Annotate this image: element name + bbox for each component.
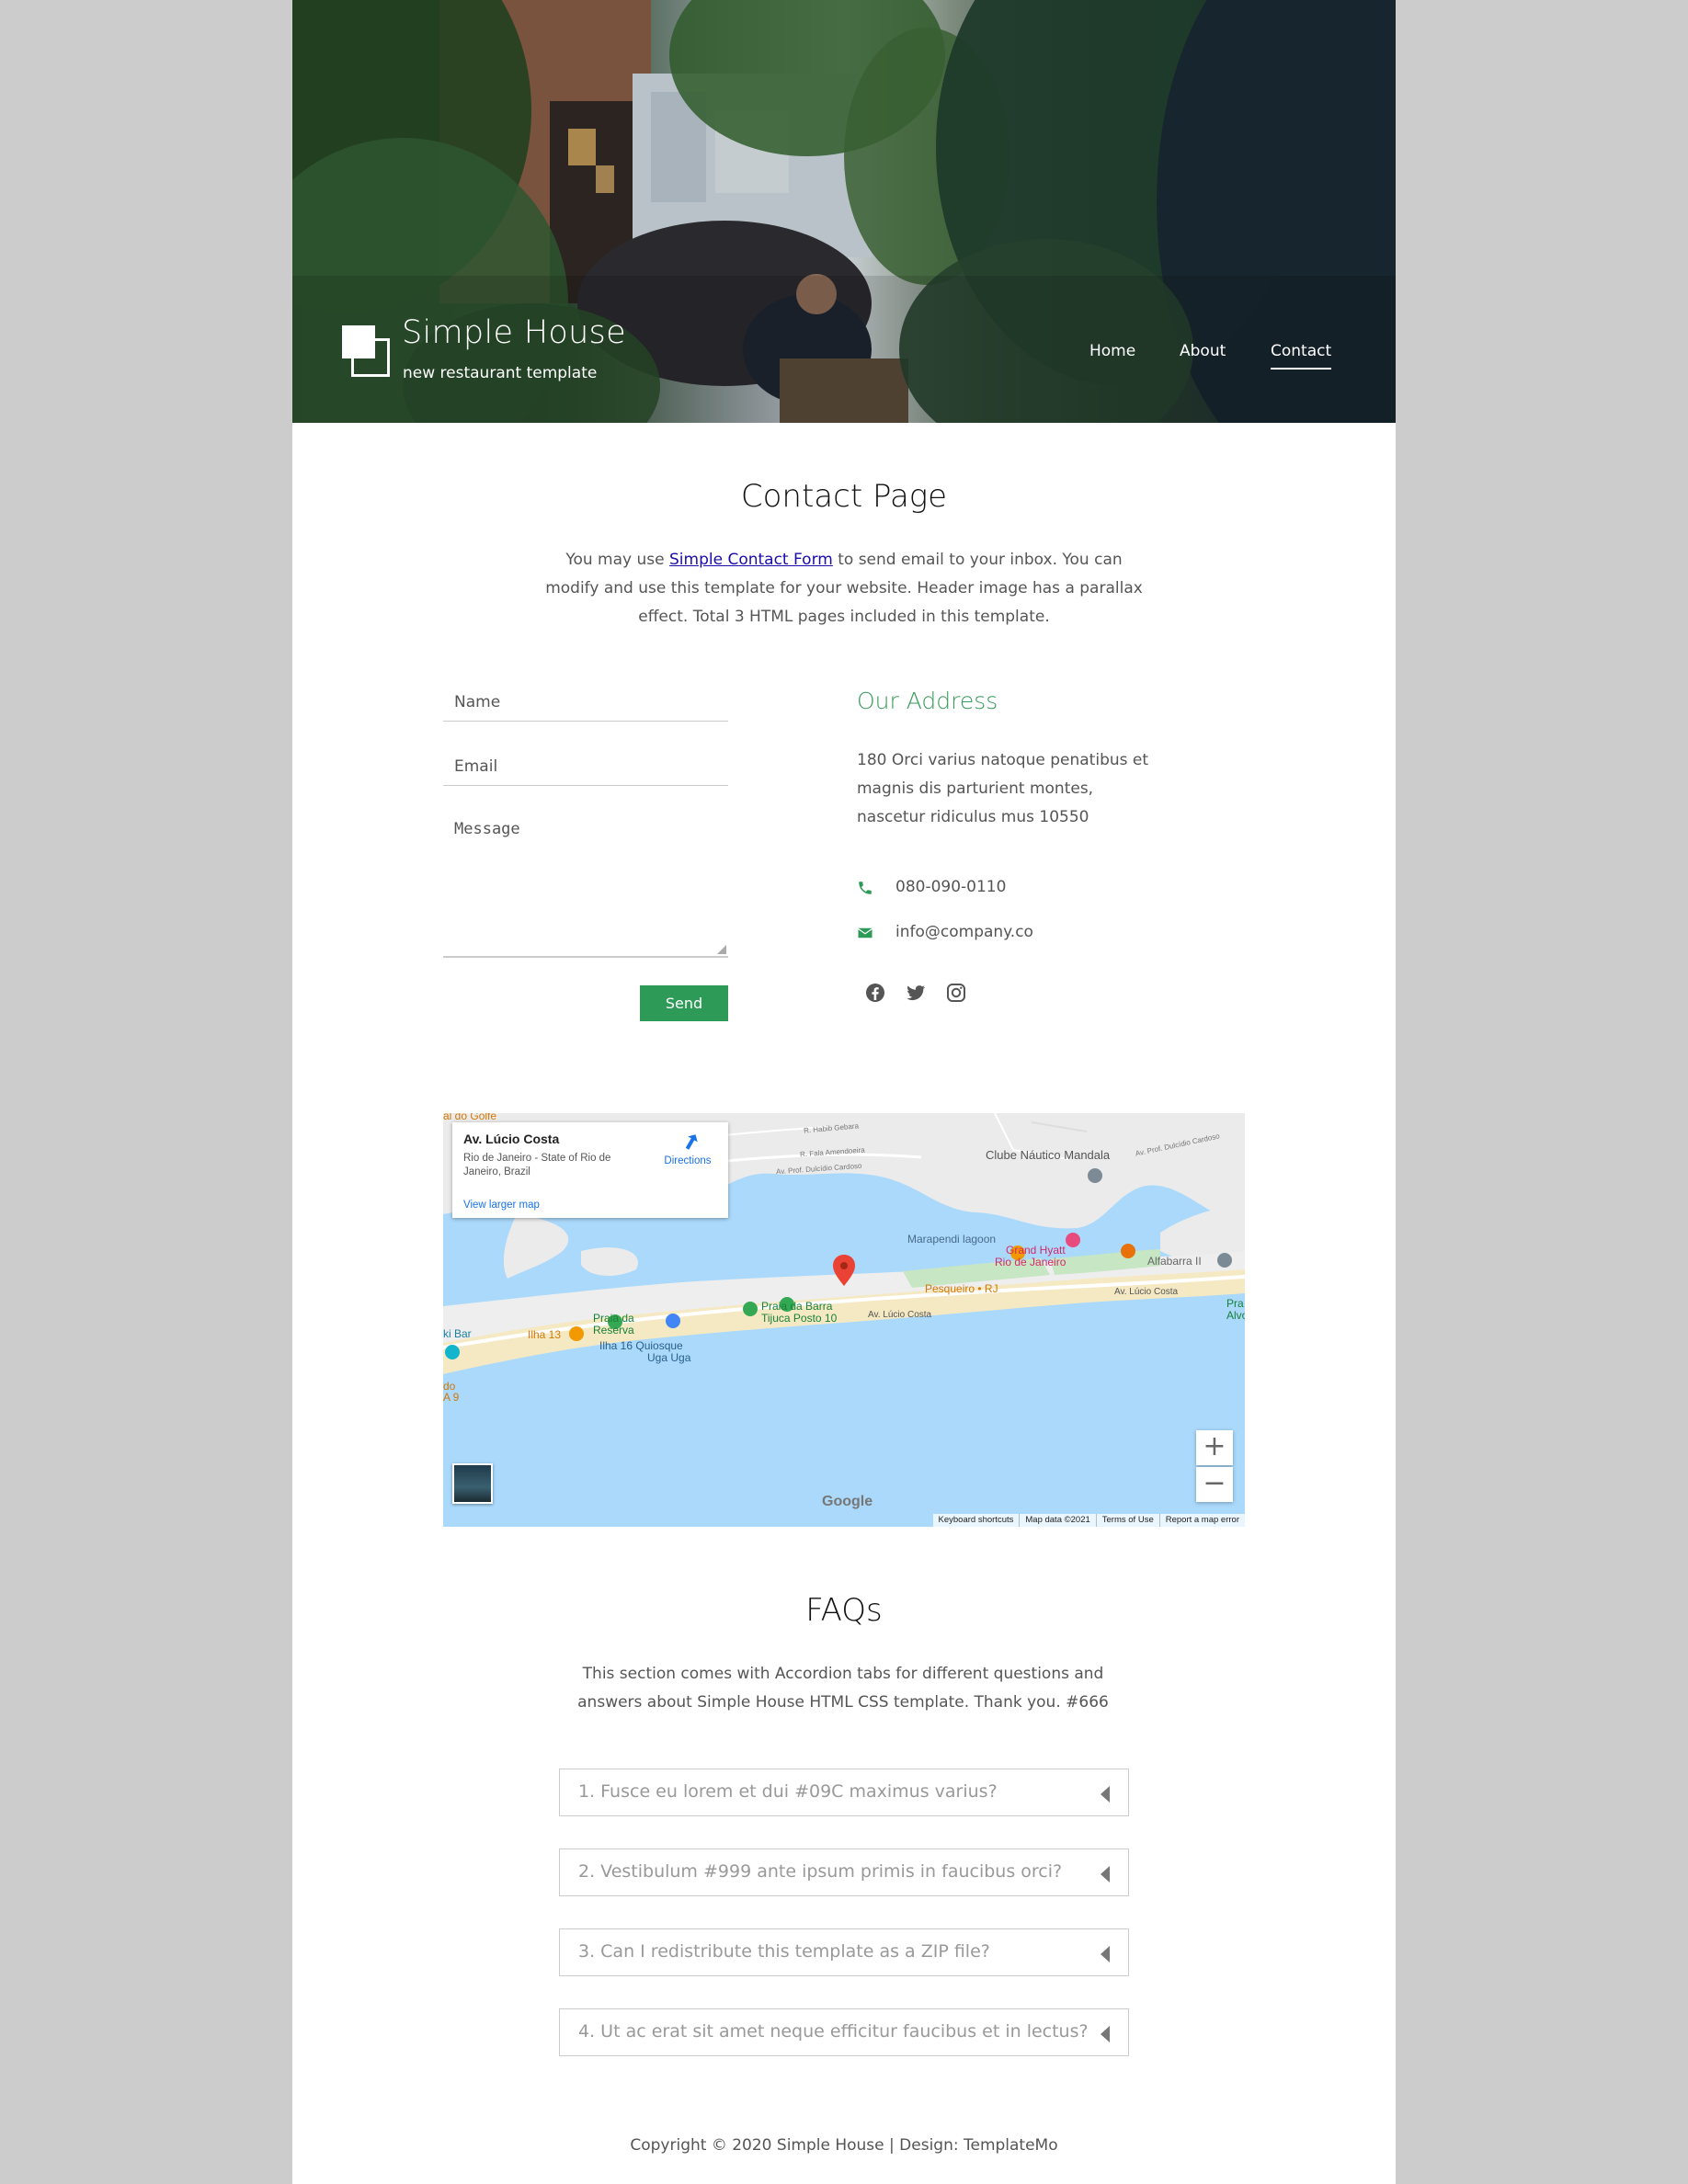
faq-item[interactable]: 2. Vestibulum #999 ante ipsum primis in … [559,1848,1129,1896]
map-label-a9: A 9 [443,1391,460,1404]
email-placeholder: Email [454,757,498,776]
nav-home[interactable]: Home [1089,342,1135,360]
map-place-title: Av. Lúcio Costa [463,1132,560,1146]
send-button[interactable]: Send [640,985,728,1021]
faq-item[interactable]: 3. Can I redistribute this template as a… [559,1928,1129,1976]
map-label-pra: Pra [1226,1297,1244,1310]
nav-about[interactable]: About [1180,342,1226,360]
caret-left-icon [1101,1866,1110,1883]
caret-left-icon [1101,2026,1110,2042]
message-field[interactable]: Message [443,809,728,958]
map-label-club: Clube Náutico Mandala [986,1148,1111,1162]
map-label-ilha13: Ilha 13 [528,1328,562,1341]
faq-question: 1. Fusce eu lorem et dui #09C maximus va… [578,1781,998,1802]
email-address: info@company.co [895,923,1033,941]
map-label-ilha16-2: Uga Uga [647,1351,691,1364]
map-label-golfe: al do Golfe [443,1113,497,1122]
logo-square-back [351,338,390,377]
map-label-alvo: Alvo [1226,1309,1245,1322]
report-map-error-link[interactable]: Report a map error [1158,1514,1245,1527]
simple-contact-form-link[interactable]: Simple Contact Form [669,551,833,569]
map-label-ki-bar: ki Bar [443,1327,472,1340]
map-label-hyatt-1: Grand Hyatt [1006,1244,1066,1257]
site-subtitle: new restaurant template [403,364,598,382]
phone-number: 080-090-0110 [895,878,1007,896]
faq-question: 4. Ut ac erat sit amet neque efficitur f… [578,2021,1089,2042]
map-label-praia-reserva-2: Reserva [593,1324,634,1337]
faq-item[interactable]: 4. Ut ac erat sit amet neque efficitur f… [559,2008,1129,2056]
twitter-icon[interactable] [905,982,927,1004]
map-label-hyatt-2: Rio de Janeiro [995,1256,1066,1268]
footer-copyright: Copyright © 2020 Simple House | Design: … [630,2136,1058,2155]
keyboard-shortcuts-link[interactable]: Keyboard shortcuts [933,1514,1020,1527]
page: Simple House new restaurant template Hom… [292,0,1396,2184]
facebook-icon[interactable] [864,982,886,1004]
nav-contact[interactable]: Contact [1271,342,1332,370]
caret-left-icon [1101,1946,1110,1962]
map-place-subtitle: Rio de Janeiro - State of Rio de Janeiro… [463,1153,611,1177]
name-field[interactable]: Name [443,686,728,722]
contact-title: Contact Page [740,478,948,515]
address-text: 180 Orci varius natoque penatibus et mag… [857,751,1149,826]
phone-icon [859,882,872,894]
message-placeholder: Message [454,820,520,838]
directions-link[interactable]: Directions [660,1155,715,1166]
map-footer: Keyboard shortcuts Map data ©2021 Terms of… [932,1514,1245,1527]
resize-handle[interactable] [717,945,726,954]
map-label-praia-barra-1: Praia da Barra [761,1300,833,1313]
header-background-image [292,0,1396,423]
faq-item[interactable]: 1. Fusce eu lorem et dui #09C maximus va… [559,1769,1129,1816]
faq-question: 2. Vestibulum #999 ante ipsum primis in … [578,1861,1063,1882]
instagram-icon[interactable] [945,982,967,1004]
map-label-alfabarra: Alfabarra II [1147,1255,1202,1268]
map-label-ilha16-1: Ilha 16 Quiosque [599,1339,683,1352]
envelope-icon [858,927,873,938]
map-place-card: Av. Lúcio Costa Rio de Janeiro - State o… [452,1122,728,1218]
zoom-in-button[interactable]: + [1196,1430,1233,1465]
map-label-praia-reserva-1: Praia da [593,1312,634,1325]
map-label-av-lucio-1: Av. Lúcio Costa [868,1310,932,1320]
name-placeholder: Name [454,693,501,711]
directions-icon[interactable] [682,1132,701,1152]
contact-intro: You may use Simple Contact Form to send … [541,546,1147,631]
view-larger-map-link[interactable]: View larger map [463,1200,540,1211]
header-hero: Simple House new restaurant template Hom… [292,0,1396,423]
site-logo[interactable] [342,325,390,377]
map-label-lagoon: Marapendi lagoon [907,1233,997,1246]
satellite-toggle[interactable] [452,1463,493,1504]
faq-title: FAQs [805,1592,883,1629]
google-logo: Google [822,1494,873,1509]
map-label-av-lucio-2: Av. Lúcio Costa [1114,1287,1179,1297]
site-title[interactable]: Simple House [402,314,626,351]
map-label-pesqueiro: Pesqueiro • RJ [925,1282,998,1295]
faq-intro: This section comes with Accordion tabs f… [577,1665,1109,1712]
zoom-out-button[interactable]: − [1196,1467,1233,1502]
terms-of-use-link[interactable]: Terms of Use [1095,1514,1159,1527]
address-title: Our Address [857,688,998,714]
faq-question: 3. Can I redistribute this template as a… [578,1941,990,1962]
email-field[interactable]: Email [443,750,728,786]
caret-left-icon [1101,1786,1110,1803]
contact-intro-text-1: You may use [565,551,669,569]
map-label-praia-barra-2: Tijuca Posto 10 [761,1312,838,1325]
google-map[interactable]: Clube Náutico Mandala Marapendi lagoon G… [443,1113,1245,1527]
map-data-text: Map data ©2021 [1019,1514,1095,1527]
